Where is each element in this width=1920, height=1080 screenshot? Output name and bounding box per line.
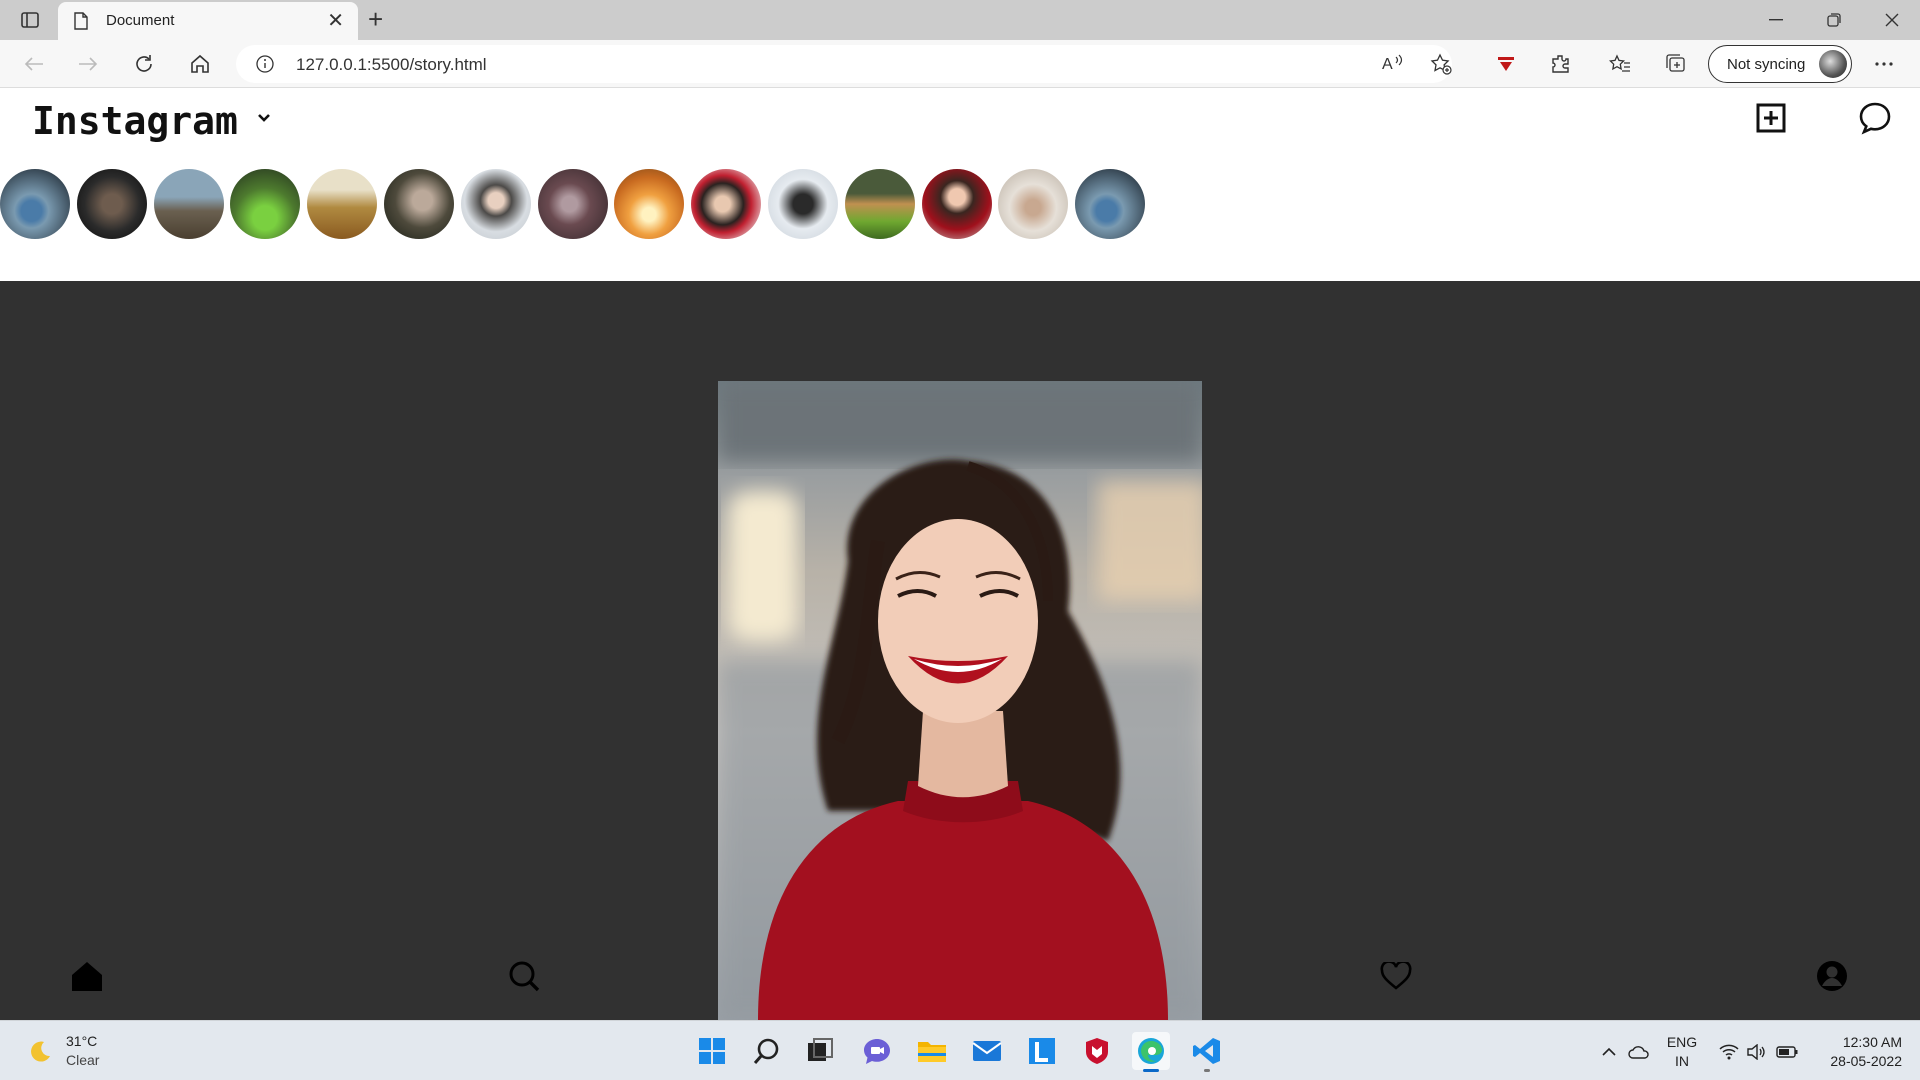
url-text: 127.0.0.1:5500/story.html	[296, 55, 487, 74]
favorites-icon[interactable]	[1608, 52, 1632, 76]
weather-temperature: 31°C	[66, 1033, 98, 1049]
region-code: IN	[1675, 1053, 1689, 1069]
tab-actions-icon[interactable]	[18, 8, 42, 32]
close-window-button[interactable]	[1880, 8, 1904, 32]
svg-text:A: A	[1382, 56, 1393, 73]
search-icon[interactable]	[748, 1032, 786, 1070]
stories-tray	[0, 169, 1200, 239]
more-menu-icon[interactable]	[1872, 52, 1896, 76]
home-button[interactable]	[188, 52, 212, 76]
file-explorer-icon[interactable]	[913, 1032, 951, 1070]
read-aloud-icon[interactable]: A	[1382, 53, 1404, 78]
profile-sync-button[interactable]: Not syncing	[1708, 45, 1852, 83]
avatar	[1819, 50, 1847, 78]
clock-time: 12:30 AM	[1842, 1034, 1902, 1050]
chevron-down-icon[interactable]	[256, 111, 272, 129]
edge-icon[interactable]	[1132, 1032, 1170, 1072]
tab-bar: Document ✕ +	[0, 0, 1920, 40]
story-avatar[interactable]	[0, 169, 70, 239]
story-avatar[interactable]	[230, 169, 300, 239]
messages-icon[interactable]	[1858, 101, 1892, 135]
add-favorite-icon[interactable]	[1430, 53, 1452, 80]
start-icon[interactable]	[693, 1032, 731, 1070]
story-avatar[interactable]	[461, 169, 531, 239]
chevron-up-icon[interactable]	[1598, 1041, 1620, 1063]
mail-icon[interactable]	[968, 1032, 1006, 1070]
vscode-icon[interactable]	[1188, 1032, 1226, 1072]
story-avatar[interactable]	[77, 169, 147, 239]
onedrive-icon[interactable]	[1628, 1041, 1650, 1063]
story-photo	[718, 381, 1202, 1020]
running-indicator	[1204, 1069, 1210, 1072]
story-avatar[interactable]	[384, 169, 454, 239]
info-icon[interactable]	[256, 55, 274, 78]
teams-chat-icon[interactable]	[858, 1032, 896, 1070]
story-avatar[interactable]	[845, 169, 915, 239]
story-avatar[interactable]	[154, 169, 224, 239]
story-avatar[interactable]	[538, 169, 608, 239]
collections-icon[interactable]	[1664, 52, 1688, 76]
search-icon[interactable]	[507, 959, 541, 993]
document-icon	[74, 12, 88, 35]
clock-date: 28-05-2022	[1830, 1053, 1902, 1069]
story-avatar[interactable]	[691, 169, 761, 239]
heart-icon[interactable]	[1379, 959, 1413, 993]
battery-icon[interactable]	[1776, 1041, 1798, 1063]
extensions-icon[interactable]	[1548, 52, 1572, 76]
language-code: ENG	[1666, 1034, 1698, 1050]
story-avatar[interactable]	[922, 169, 992, 239]
taskbar: 31°C Clear ENG IN 12:30 AM 28-05-2022	[0, 1020, 1920, 1080]
system-clock[interactable]: 12:30 AM 28-05-2022	[1810, 1033, 1902, 1071]
sync-label: Not syncing	[1727, 56, 1806, 73]
story-image[interactable]	[718, 381, 1202, 1020]
story-avatar[interactable]	[768, 169, 838, 239]
bottom-navigation	[0, 959, 1920, 1019]
browser-tab[interactable]: Document ✕	[58, 2, 358, 40]
new-tab-button[interactable]: +	[368, 6, 383, 32]
forward-button[interactable]	[76, 52, 100, 76]
story-avatar[interactable]	[614, 169, 684, 239]
task-view-icon[interactable]	[801, 1032, 839, 1070]
close-tab-icon[interactable]: ✕	[327, 11, 344, 31]
minimize-button[interactable]	[1764, 8, 1788, 32]
mcafee-icon[interactable]	[1078, 1032, 1116, 1070]
story-avatar[interactable]	[307, 169, 377, 239]
active-indicator	[1143, 1069, 1159, 1072]
url-bar[interactable]: 127.0.0.1:5500/story.html A	[236, 45, 1452, 83]
app-logo[interactable]: Instagram	[32, 99, 238, 143]
moon-icon	[28, 1039, 52, 1068]
profile-icon[interactable]	[1815, 959, 1849, 993]
back-button[interactable]	[22, 52, 46, 76]
new-post-icon[interactable]	[1756, 103, 1786, 133]
story-avatar[interactable]	[1075, 169, 1145, 239]
refresh-button[interactable]	[132, 52, 156, 76]
story-avatar[interactable]	[998, 169, 1068, 239]
weather-widget[interactable]: 31°C Clear	[26, 1031, 146, 1071]
restore-button[interactable]	[1822, 8, 1846, 32]
language-indicator[interactable]: ENG IN	[1664, 1033, 1700, 1071]
web-page: Instagram	[0, 89, 1920, 1020]
home-icon[interactable]	[70, 959, 104, 993]
volume-icon[interactable]	[1746, 1041, 1768, 1063]
mcafee-extension-icon[interactable]	[1494, 52, 1518, 76]
app-header: Instagram	[0, 89, 1920, 281]
address-toolbar: 127.0.0.1:5500/story.html A Not syncing	[0, 40, 1920, 88]
tab-title: Document	[106, 12, 175, 29]
weather-condition: Clear	[66, 1052, 100, 1068]
wifi-icon[interactable]	[1718, 1041, 1740, 1063]
story-viewer	[0, 281, 1920, 1020]
l-app-icon[interactable]	[1023, 1032, 1061, 1070]
